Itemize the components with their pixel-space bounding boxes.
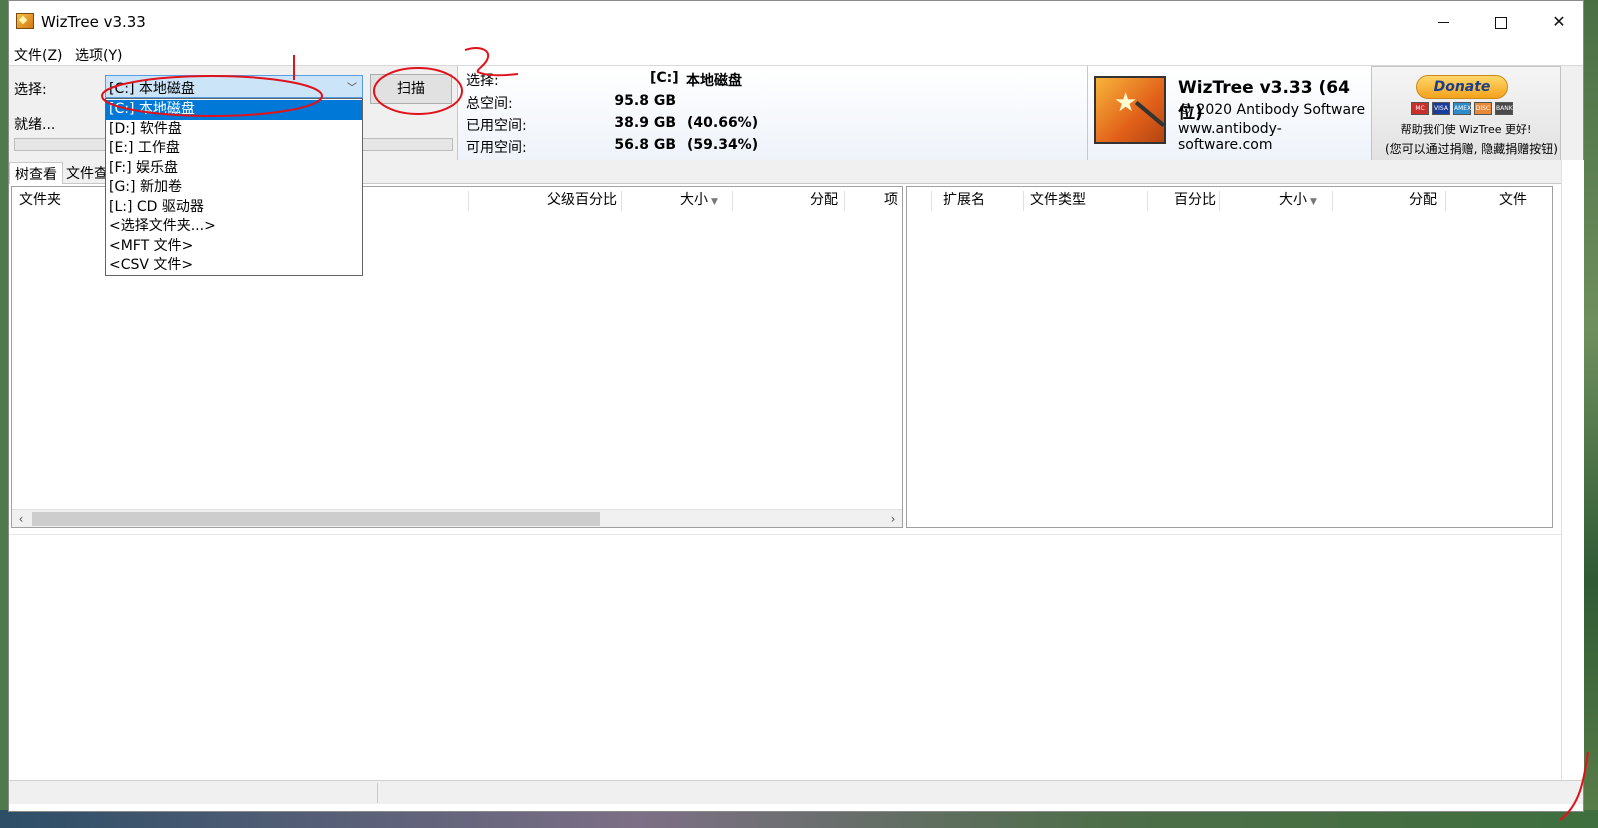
- maximize-icon: [1495, 16, 1507, 29]
- sort-desc-icon: ▼: [711, 197, 718, 207]
- dropdown-item-mft[interactable]: <MFT 文件>: [106, 237, 362, 257]
- col-percent[interactable]: 百分比: [1174, 187, 1216, 213]
- col-size[interactable]: 大小 ▼: [680, 187, 718, 213]
- column-divider: [844, 191, 845, 211]
- drive-dropdown-list: [C:] 本地磁盘 [D:] 软件盘 [E:] 工作盘 [F:] 娱乐盘 [G:…: [105, 98, 363, 276]
- menu-file[interactable]: 文件(Z): [14, 45, 63, 65]
- column-divider: [1332, 191, 1333, 211]
- free-space-percent: (59.34%): [687, 137, 759, 153]
- desktop-background-left: [0, 0, 8, 828]
- col-ext-allocated[interactable]: 分配: [1409, 187, 1437, 213]
- drive-select-value: [C:] 本地磁盘: [109, 81, 195, 97]
- desktop-taskbar-strip: [0, 810, 1598, 828]
- dropdown-item-select-folder[interactable]: <选择文件夹...>: [106, 217, 362, 237]
- column-divider: [732, 191, 733, 211]
- info-select-label: 选择:: [466, 73, 499, 89]
- used-space-percent: (40.66%): [687, 115, 759, 131]
- bank-icon: BANK: [1495, 102, 1513, 115]
- col-items[interactable]: 项: [884, 187, 898, 213]
- dropdown-item-g[interactable]: [G:] 新加卷: [106, 178, 362, 198]
- col-ext-size-label: 大小: [1279, 192, 1307, 208]
- close-icon: ✕: [1552, 12, 1566, 31]
- info-drive-letter: [C:]: [650, 70, 679, 86]
- wiztree-window: WizTree v3.33 ✕ 文件(Z) 选项(Y) 选择: 就绪... [C…: [8, 0, 1584, 812]
- col-folder[interactable]: 文件夹: [19, 187, 61, 213]
- col-files[interactable]: 文件: [1499, 187, 1527, 213]
- tab-tree-view[interactable]: 树查看: [9, 162, 63, 184]
- scrollbar-thumb[interactable]: [32, 512, 600, 526]
- status-bar: [9, 780, 1583, 804]
- maximize-button[interactable]: [1472, 1, 1530, 43]
- free-space-label: 可用空间:: [466, 140, 527, 156]
- col-extension[interactable]: 扩展名: [943, 187, 985, 213]
- column-divider: [621, 191, 622, 211]
- amex-icon: AMEX: [1453, 102, 1471, 115]
- title-bar: WizTree v3.33 ✕: [9, 1, 1583, 43]
- total-space-value: 95.8 GB: [614, 93, 676, 109]
- column-divider: [931, 191, 932, 211]
- column-divider: [468, 191, 469, 211]
- menu-bar: 文件(Z) 选项(Y): [9, 43, 1583, 65]
- mastercard-icon: MC: [1411, 102, 1429, 115]
- status-divider: [377, 783, 378, 803]
- brand-panel: WizTree v3.33 (64 位) © 2020 Antibody Sof…: [1088, 66, 1371, 161]
- dropdown-item-d[interactable]: [D:] 软件盘: [106, 120, 362, 140]
- col-file-type[interactable]: 文件类型: [1030, 187, 1086, 213]
- donate-help-text: 帮助我们使 WizTree 更好!: [1400, 123, 1532, 136]
- minimize-icon: [1437, 22, 1449, 23]
- donate-button[interactable]: Donate: [1416, 75, 1508, 99]
- total-space-label: 总空间:: [466, 96, 513, 112]
- dropdown-item-f[interactable]: [F:] 娱乐盘: [106, 159, 362, 179]
- info-drive-name: 本地磁盘: [686, 73, 742, 89]
- visa-icon: VISA: [1432, 102, 1450, 115]
- col-size-label: 大小: [680, 192, 708, 208]
- brand-website-link[interactable]: www.antibody-software.com: [1178, 121, 1371, 153]
- treemap-area[interactable]: [9, 534, 1561, 779]
- col-ext-size[interactable]: 大小 ▼: [1279, 187, 1317, 213]
- wiztree-logo-icon: [1094, 76, 1166, 144]
- dropdown-item-csv[interactable]: <CSV 文件>: [106, 256, 362, 276]
- free-space-value: 56.8 GB: [614, 137, 676, 153]
- used-space-label: 已用空间:: [466, 118, 527, 134]
- horizontal-scrollbar[interactable]: ‹ ›: [12, 509, 902, 527]
- wiztree-app-icon: [16, 13, 34, 29]
- right-edge-strip: [1561, 160, 1584, 780]
- dropdown-item-l[interactable]: [L:] CD 驱动器: [106, 198, 362, 218]
- col-allocated[interactable]: 分配: [810, 187, 838, 213]
- chevron-down-icon: ﹀: [347, 83, 357, 94]
- menu-options[interactable]: 选项(Y): [75, 45, 122, 65]
- column-divider: [1219, 191, 1220, 211]
- extension-panel: 扩展名 文件类型 百分比 大小 ▼ 分配 文件: [906, 186, 1553, 528]
- minimize-button[interactable]: [1414, 1, 1472, 43]
- brand-copyright: © 2020 Antibody Software: [1178, 102, 1366, 118]
- select-label: 选择:: [14, 82, 47, 98]
- status-text: 就绪...: [14, 117, 56, 133]
- discover-icon: DISC: [1474, 102, 1492, 115]
- scroll-left-icon[interactable]: ‹: [12, 510, 30, 528]
- scan-button[interactable]: 扫描: [370, 74, 452, 104]
- window-title: WizTree v3.33: [41, 13, 146, 31]
- desktop-background-right: [1584, 0, 1598, 828]
- drive-info-panel: 选择: [C:] 本地磁盘 总空间: 95.8 GB 已用空间: 38.9 GB…: [458, 66, 1088, 161]
- column-divider: [1445, 191, 1446, 211]
- column-divider: [1147, 191, 1148, 211]
- drive-select-combobox[interactable]: [C:] 本地磁盘 ﹀: [105, 75, 363, 98]
- donate-note: (您可以通过捐赠, 隐藏捐赠按钮): [1385, 142, 1558, 156]
- col-parent-percent[interactable]: 父级百分比: [547, 187, 617, 213]
- column-divider: [1023, 191, 1024, 211]
- used-space-value: 38.9 GB: [614, 115, 676, 131]
- sort-desc-icon: ▼: [1310, 197, 1317, 207]
- dropdown-item-e[interactable]: [E:] 工作盘: [106, 139, 362, 159]
- close-button[interactable]: ✕: [1530, 1, 1588, 43]
- dropdown-item-c[interactable]: [C:] 本地磁盘: [106, 100, 362, 120]
- scroll-right-icon[interactable]: ›: [884, 510, 902, 528]
